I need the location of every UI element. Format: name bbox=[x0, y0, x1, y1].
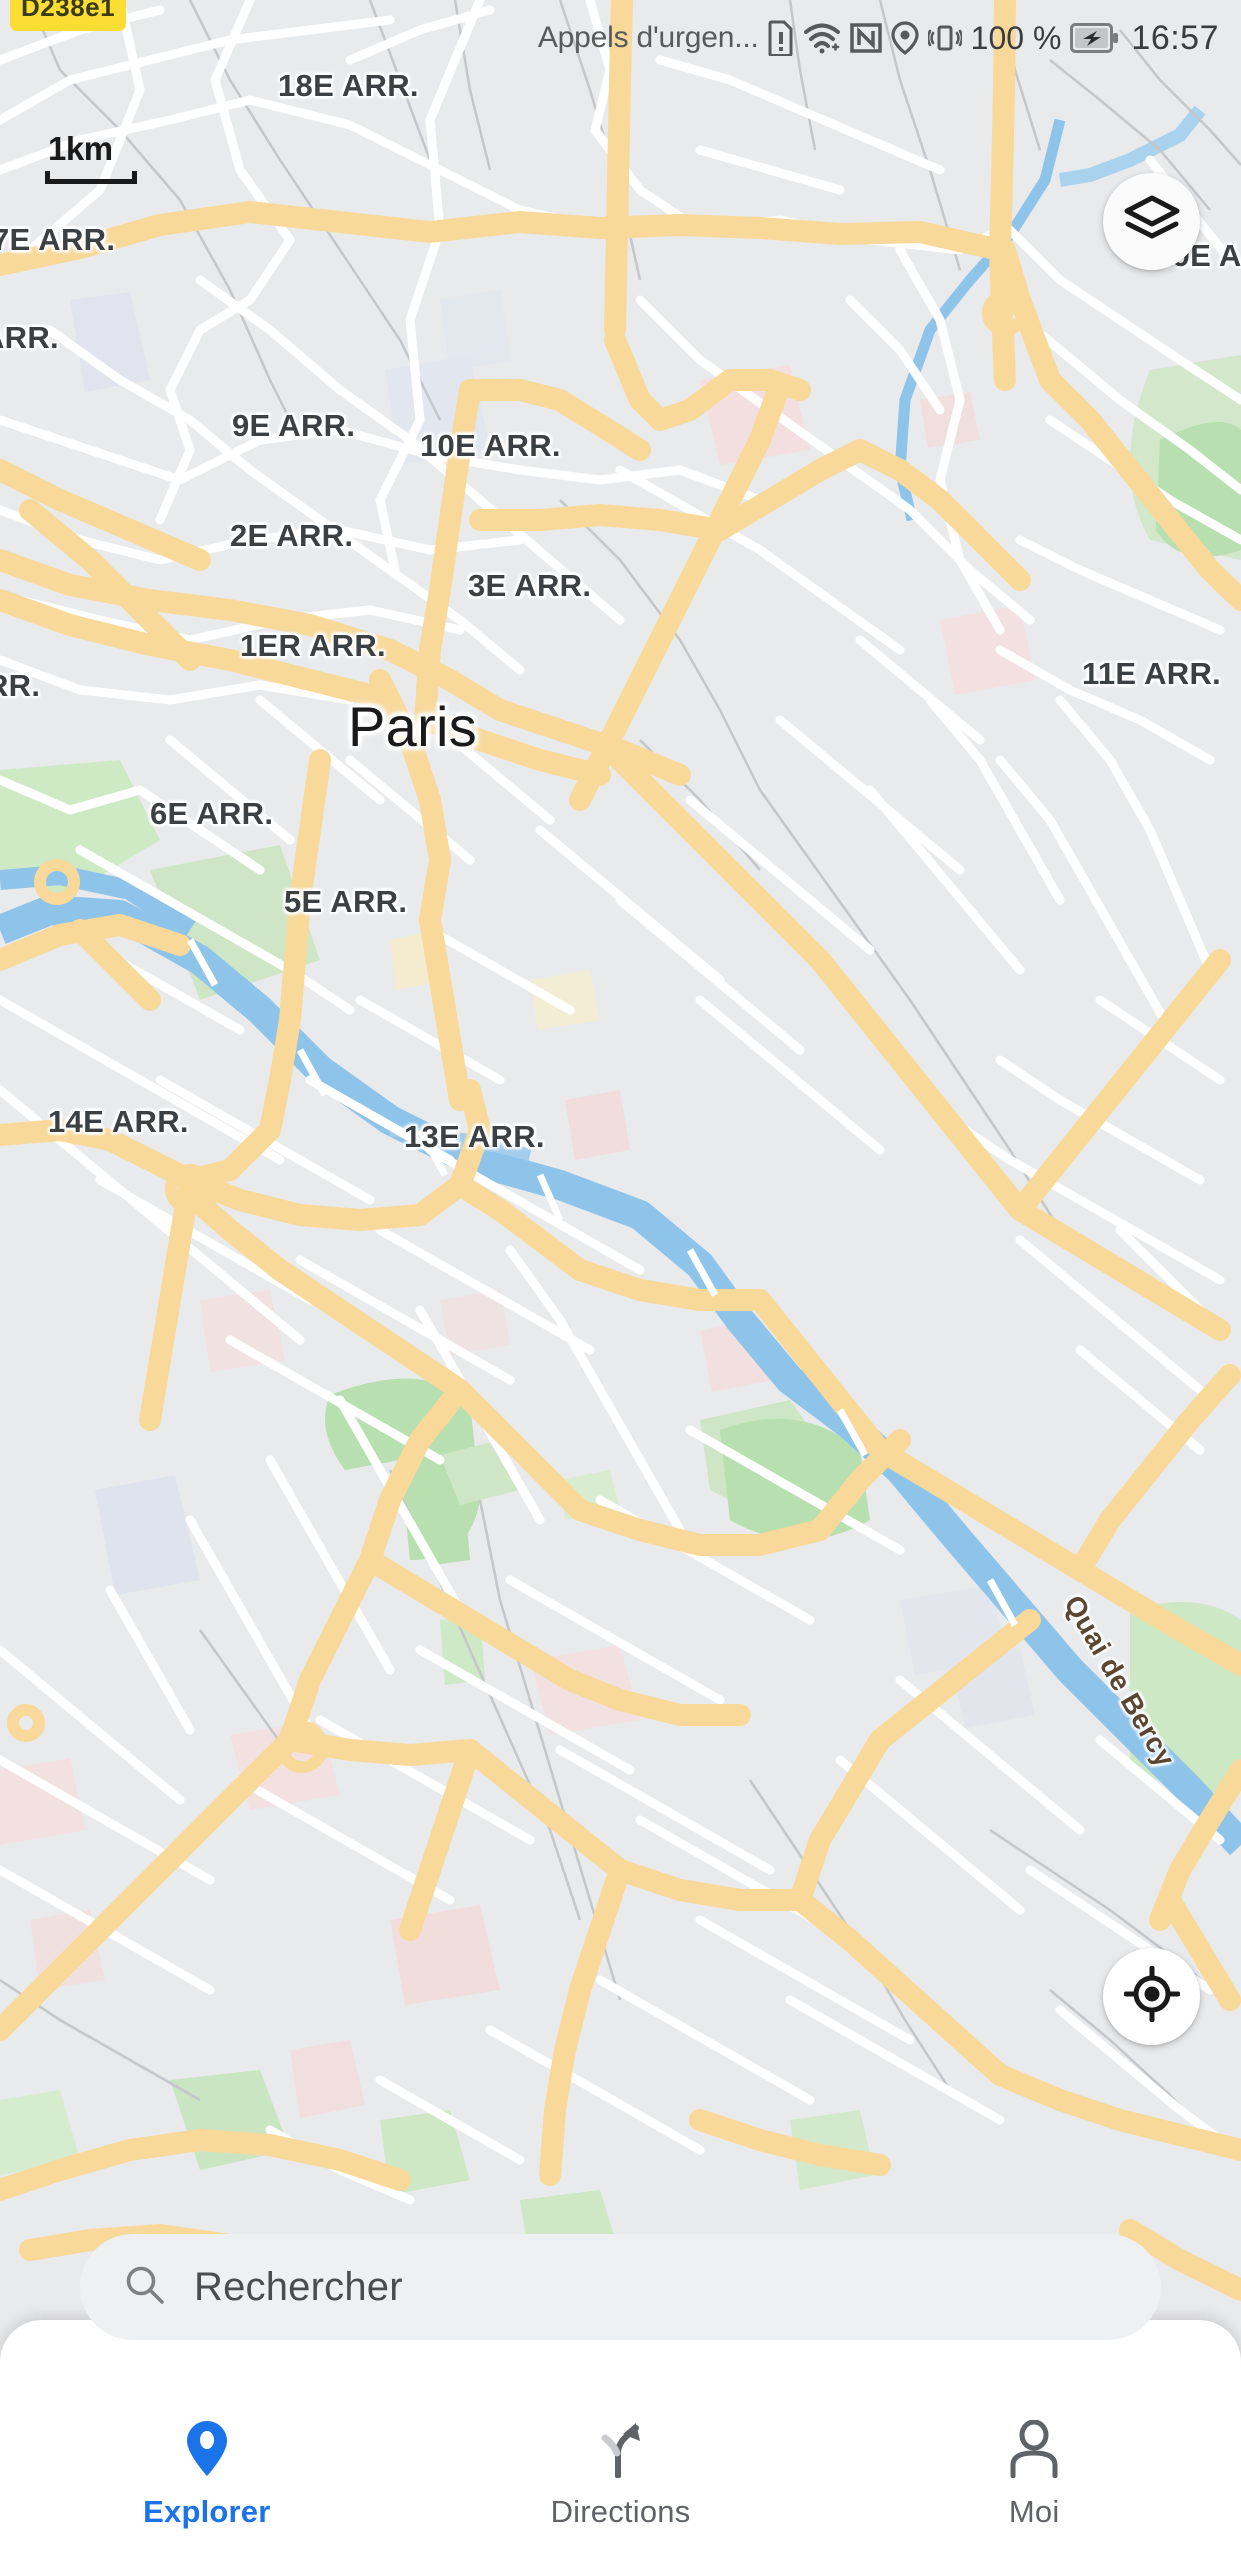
sim-alert-icon bbox=[768, 20, 794, 56]
my-location-icon bbox=[1123, 1965, 1180, 2027]
phone-screen: D238e1 1km 18E ARR. 19E A 7E ARR. ARR. 9… bbox=[0, 0, 1241, 2560]
bottom-navigation: Explorer Directions Moi bbox=[0, 2380, 1241, 2560]
search-placeholder: Rechercher bbox=[194, 2264, 403, 2309]
nfc-icon bbox=[849, 22, 882, 54]
map-scale-label: 1km bbox=[48, 130, 113, 167]
map-scale-ruler bbox=[45, 171, 137, 184]
status-bar: Appels d'urgen... 100 % 16:57 bbox=[0, 0, 1241, 76]
map-scale-bar: 1km bbox=[45, 130, 137, 184]
battery-charging-icon bbox=[1070, 23, 1119, 53]
person-icon bbox=[1007, 2416, 1061, 2478]
my-location-button[interactable] bbox=[1103, 1948, 1200, 2045]
vibrate-icon bbox=[927, 21, 962, 55]
nav-tab-moi[interactable]: Moi bbox=[827, 2380, 1241, 2560]
map-pin-icon bbox=[186, 2416, 228, 2478]
nav-tab-explorer[interactable]: Explorer bbox=[0, 2380, 414, 2560]
wifi-icon bbox=[803, 22, 841, 54]
clock-text: 16:57 bbox=[1131, 18, 1219, 57]
map-layers-button[interactable] bbox=[1103, 173, 1200, 270]
directions-fork-icon bbox=[592, 2416, 650, 2478]
battery-percent: 100 % bbox=[970, 19, 1062, 56]
map-vector-layer bbox=[0, 0, 1241, 2560]
nav-tab-directions[interactable]: Directions bbox=[414, 2380, 828, 2560]
carrier-text: Appels d'urgen... bbox=[537, 21, 759, 54]
nav-label-moi: Moi bbox=[1008, 2494, 1060, 2529]
search-bar[interactable]: Rechercher bbox=[80, 2234, 1161, 2340]
layers-icon bbox=[1123, 194, 1181, 249]
nav-label-directions: Directions bbox=[550, 2494, 691, 2529]
map-canvas[interactable]: D238e1 1km 18E ARR. 19E A 7E ARR. ARR. 9… bbox=[0, 0, 1241, 2560]
location-pin-icon bbox=[891, 21, 919, 55]
search-icon bbox=[124, 2264, 166, 2311]
nav-label-explorer: Explorer bbox=[143, 2494, 271, 2529]
